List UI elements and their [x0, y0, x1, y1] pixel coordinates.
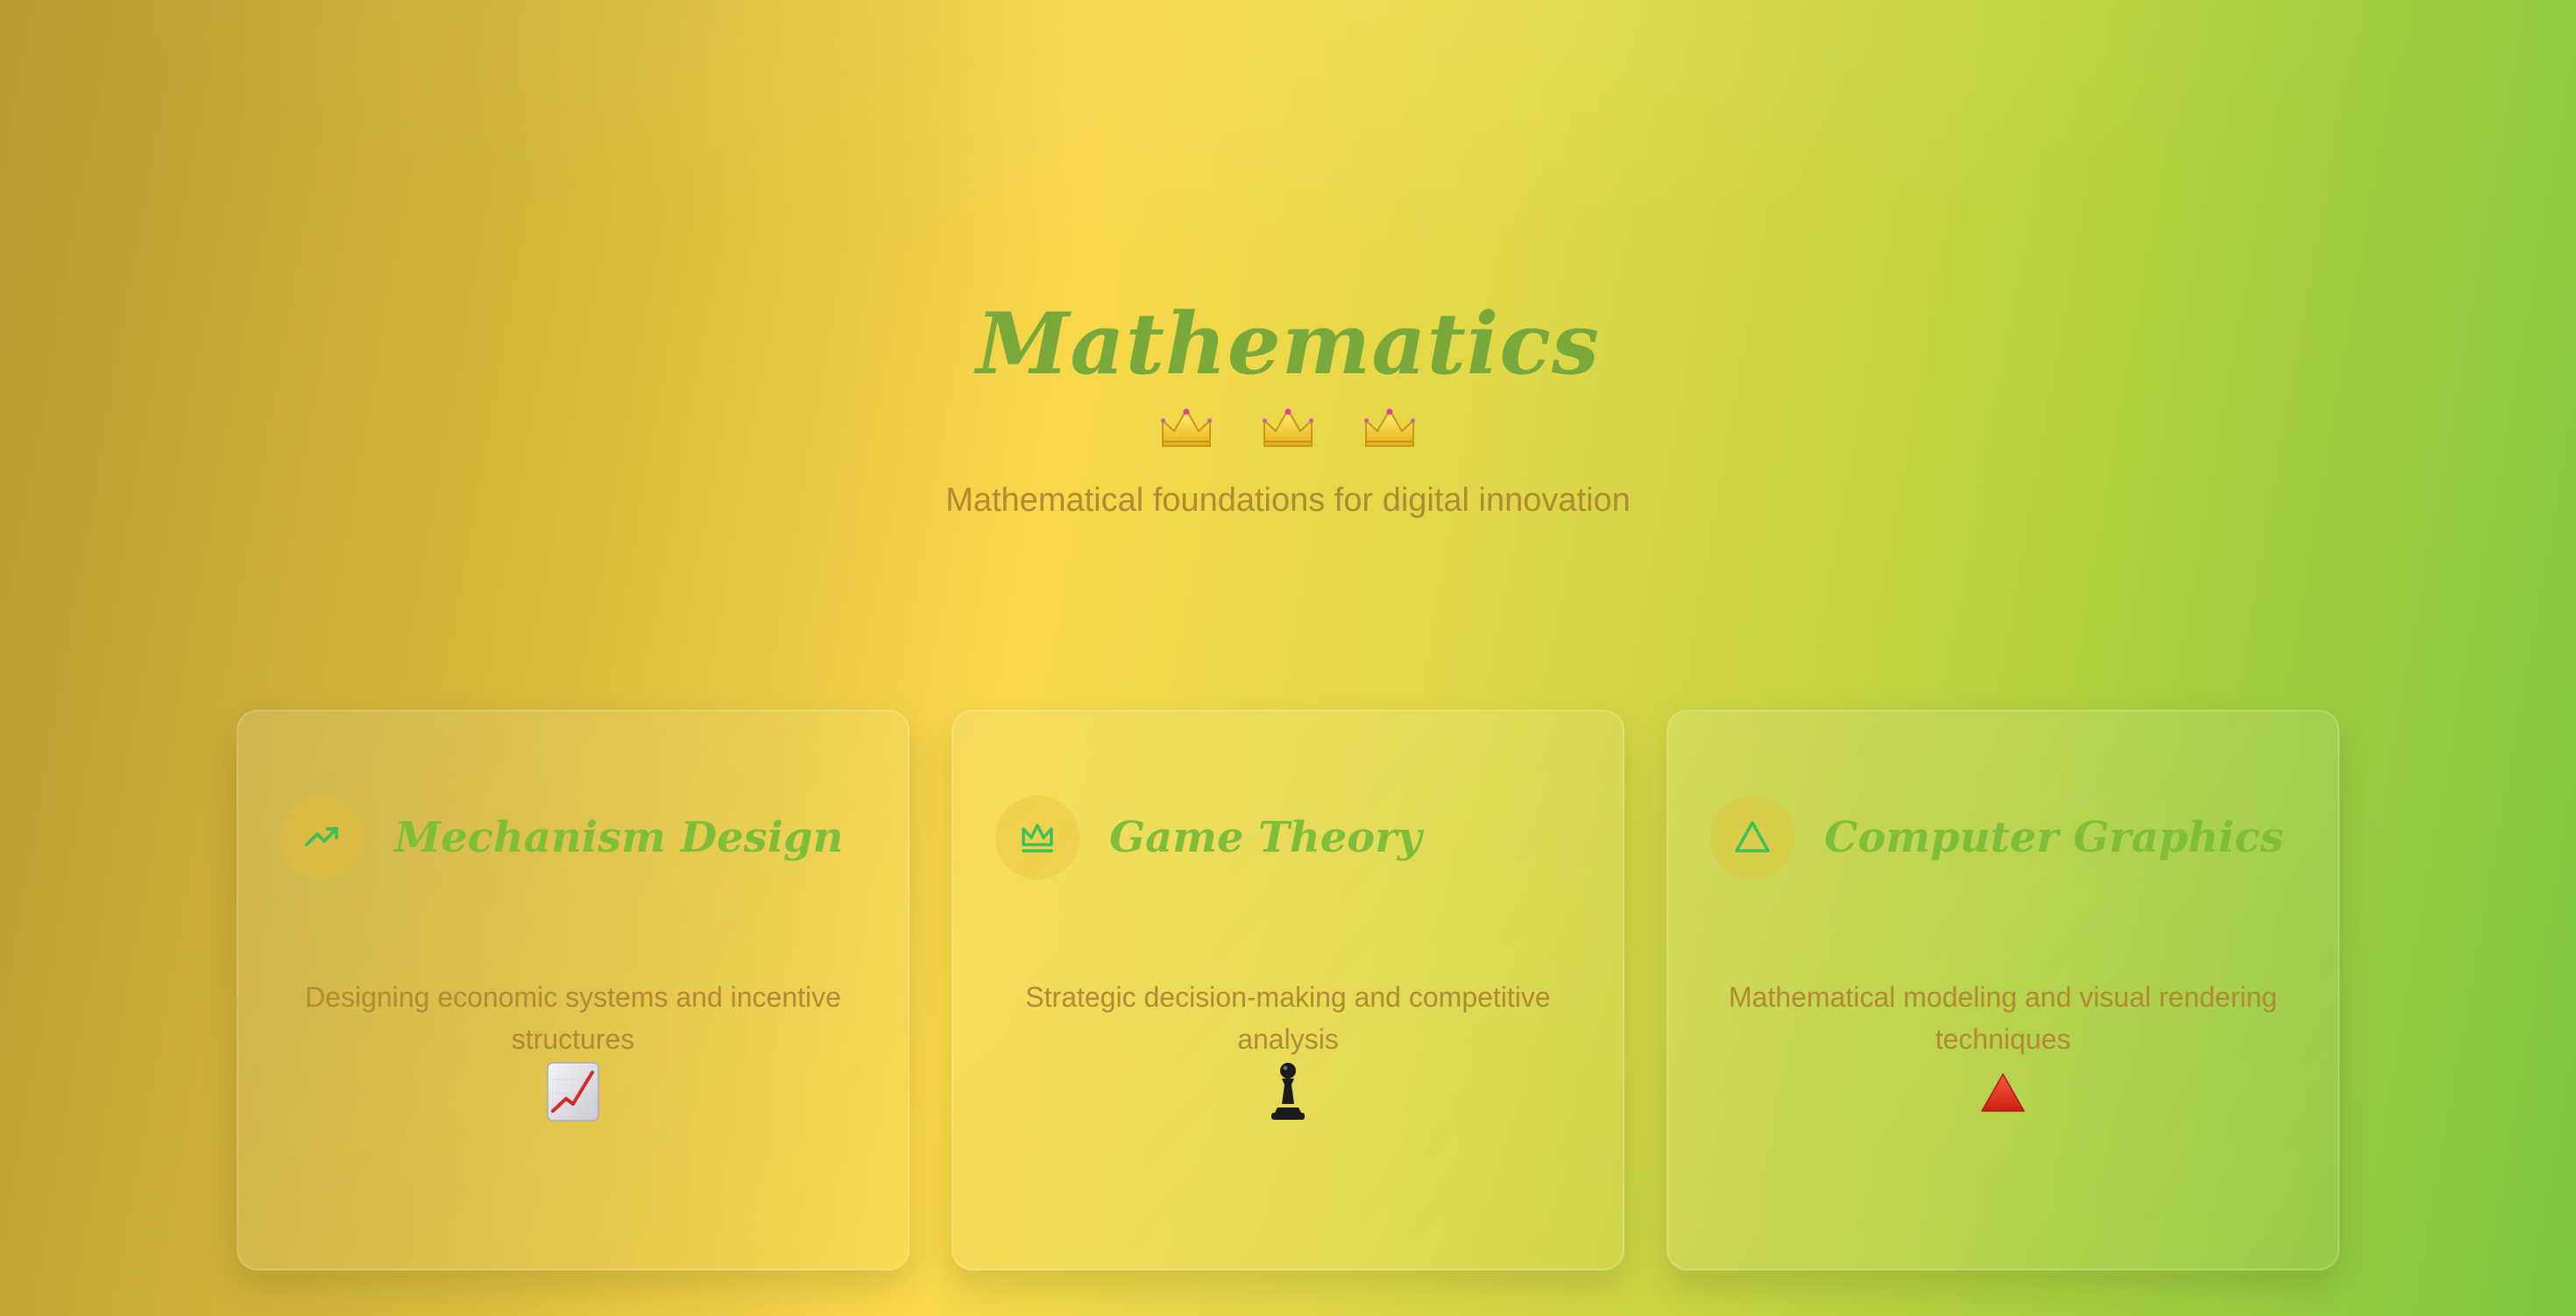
card-mechanism-design[interactable]: Mechanism Design Designing economic syst…	[237, 710, 909, 1270]
card-icon-badge	[280, 796, 364, 880]
page-subtitle: Mathematical foundations for digital inn…	[945, 481, 1631, 519]
crown-icon	[1161, 407, 1212, 447]
card-title: Computer Graphics	[1824, 813, 2284, 862]
triangle-icon	[1735, 821, 1770, 853]
card-icon-badge	[1710, 796, 1794, 880]
card-description: Designing economic systems and incentive…	[305, 981, 841, 1055]
chess-pawn-icon	[1271, 1063, 1305, 1120]
card-emoji	[238, 1058, 908, 1125]
card-computer-graphics[interactable]: Computer Graphics Mathematical modeling …	[1667, 710, 2339, 1270]
card-description: Mathematical modeling and visual renderi…	[1728, 981, 2278, 1055]
page-title: Mathematics	[976, 294, 1600, 393]
card-emoji	[1668, 1058, 2338, 1125]
topic-cards: Mechanism Design Designing economic syst…	[237, 710, 2339, 1270]
card-game-theory[interactable]: Game Theory Strategic decision-making an…	[952, 710, 1624, 1270]
crown-icon	[1364, 407, 1415, 447]
background-glow	[0, 0, 2576, 280]
card-title: Mechanism Design	[394, 813, 844, 862]
card-header: Game Theory	[995, 796, 1421, 880]
card-icon-badge	[995, 796, 1079, 880]
hero: Mathematics Mathematical foundations for…	[0, 298, 2576, 520]
crown-outline-icon	[1022, 824, 1053, 853]
trending-up-icon	[305, 827, 338, 846]
crown-icon	[1263, 407, 1313, 447]
red-triangle-icon	[1981, 1073, 2025, 1112]
crown-decoration-row	[0, 407, 2576, 449]
card-header: Computer Graphics	[1710, 796, 2284, 880]
card-emoji	[953, 1058, 1623, 1125]
card-title: Game Theory	[1109, 813, 1422, 862]
card-description: Strategic decision-making and competitiv…	[1025, 981, 1551, 1055]
card-header: Mechanism Design	[280, 796, 843, 880]
chart-increasing-icon	[547, 1062, 599, 1121]
